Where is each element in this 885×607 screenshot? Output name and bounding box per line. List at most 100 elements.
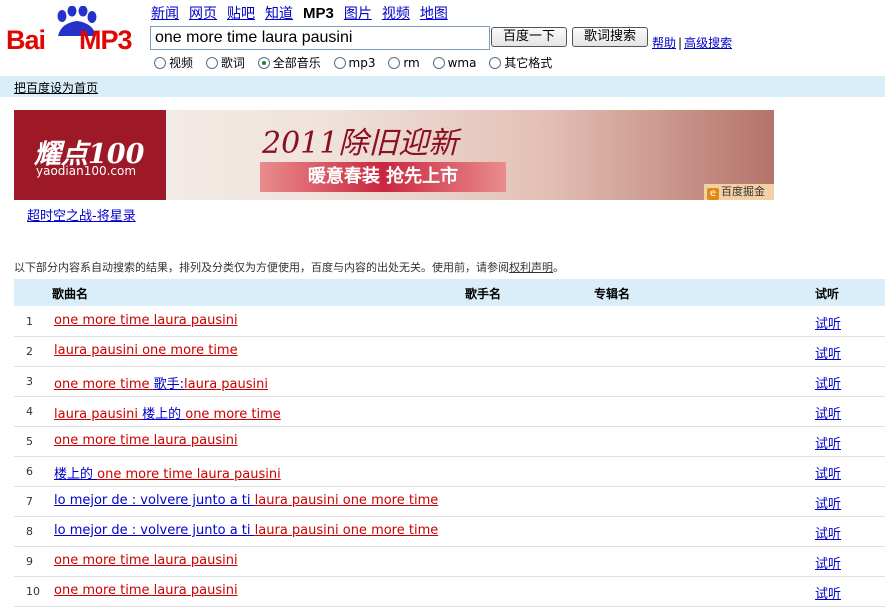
nav-web[interactable]: 网页 bbox=[189, 6, 217, 22]
radio-rm[interactable]: rm bbox=[388, 56, 420, 70]
song-title: one more time laura pausini bbox=[54, 583, 238, 598]
e-icon: e bbox=[707, 188, 719, 200]
table-row: 1 one more time laura pausini 试听 bbox=[14, 307, 885, 337]
logo-du: du bbox=[55, 37, 70, 52]
song-title: one more time laura pausini bbox=[54, 553, 238, 568]
radio-circle-icon[interactable] bbox=[388, 57, 401, 69]
radio-label: 歌词 bbox=[220, 56, 245, 70]
song-title: 楼上的 one more time laura pausini bbox=[54, 463, 281, 482]
song-link[interactable]: laura pausini one more time bbox=[255, 493, 439, 508]
radio-wma[interactable]: wma bbox=[432, 56, 477, 70]
song-title: one more time 歌手:laura pausini bbox=[54, 373, 268, 392]
song-link[interactable]: one more time bbox=[54, 377, 154, 392]
banner-promo: 暖意春装 抢先上市 bbox=[260, 162, 506, 192]
listen-link[interactable]: 试听 bbox=[815, 313, 841, 332]
radio-label: 全部音乐 bbox=[272, 56, 321, 70]
radio-mp3[interactable]: mp3 bbox=[333, 56, 375, 70]
listen-link[interactable]: 试听 bbox=[815, 523, 841, 542]
row-number: 1 bbox=[26, 315, 33, 328]
song-link[interactable]: one more time laura pausini bbox=[54, 583, 238, 598]
table-row: 4 laura pausini 楼上的 one more time 试听 bbox=[14, 397, 885, 427]
song-link[interactable]: lo mejor de : volvere junto a ti bbox=[54, 493, 255, 508]
listen-link[interactable]: 试听 bbox=[815, 583, 841, 602]
radio-circle-icon[interactable] bbox=[154, 57, 166, 69]
song-link[interactable]: 歌手: bbox=[154, 377, 184, 392]
logo-bai: Bai bbox=[6, 25, 46, 55]
header-song: 歌曲名 bbox=[52, 287, 89, 301]
top-nav: 新闻 网页 贴吧 知道 MP3 图片 视频 地图 bbox=[151, 3, 458, 23]
logo-mp3: MP3 bbox=[79, 25, 133, 55]
song-title: one more time laura pausini bbox=[54, 433, 238, 448]
advanced-search-link[interactable]: 高级搜索 bbox=[684, 36, 732, 50]
song-link[interactable]: one more time laura pausini bbox=[97, 467, 281, 482]
lyrics-search-button[interactable]: 歌词搜索 bbox=[572, 27, 648, 47]
row-number: 4 bbox=[26, 405, 33, 418]
nav-news[interactable]: 新闻 bbox=[151, 6, 179, 22]
song-title: lo mejor de : volvere junto a ti laura p… bbox=[54, 523, 438, 538]
help-links: 帮助 | 高级搜索 bbox=[652, 34, 732, 51]
song-link[interactable]: laura pausini one more time bbox=[54, 343, 238, 358]
song-link[interactable]: laura pausini one more time bbox=[255, 523, 439, 538]
listen-link[interactable]: 试听 bbox=[815, 433, 841, 452]
radio-lyrics[interactable]: 歌词 bbox=[205, 54, 245, 71]
table-row: 7 lo mejor de : volvere junto a ti laura … bbox=[14, 487, 885, 517]
radio-video[interactable]: 视频 bbox=[154, 54, 193, 71]
listen-link[interactable]: 试听 bbox=[815, 403, 841, 422]
radio-label: rm bbox=[403, 56, 420, 70]
row-number: 9 bbox=[26, 555, 33, 568]
nav-video[interactable]: 视频 bbox=[382, 6, 410, 22]
song-link[interactable]: lo mejor de : volvere junto a ti bbox=[54, 523, 255, 538]
song-link[interactable]: 楼上的 bbox=[54, 467, 97, 482]
help-separator: | bbox=[678, 36, 683, 50]
nav-tieba[interactable]: 贴吧 bbox=[227, 6, 255, 22]
row-number: 2 bbox=[26, 345, 33, 358]
nav-map[interactable]: 地图 bbox=[420, 6, 448, 22]
song-link[interactable]: one more time laura pausini bbox=[54, 553, 238, 568]
radio-all-music[interactable]: 全部音乐 bbox=[257, 54, 321, 71]
banner-ad[interactable]: 耀点100 yaodian100.com 2011除旧迎新 暖意春装 抢先上市 … bbox=[14, 110, 774, 200]
results-table-header: 歌曲名 歌手名 专辑名 试听 bbox=[14, 279, 885, 306]
rights-statement-link[interactable]: 权利声明 bbox=[509, 261, 553, 274]
ad-text-link[interactable]: 超时空之战-将星录 bbox=[27, 205, 136, 224]
radio-label: wma bbox=[447, 56, 477, 70]
row-number: 6 bbox=[26, 465, 33, 478]
song-link[interactable]: one more time laura pausini bbox=[54, 433, 238, 448]
radio-circle-checked-icon[interactable] bbox=[257, 57, 270, 69]
table-row: 10 one more time laura pausini 试听 bbox=[14, 577, 885, 607]
home-bar: 把百度设为首页 bbox=[0, 76, 885, 97]
radio-circle-icon[interactable] bbox=[489, 57, 502, 69]
song-link[interactable]: one more time bbox=[185, 407, 281, 422]
listen-link[interactable]: 试听 bbox=[815, 343, 841, 362]
search-button[interactable]: 百度一下 bbox=[491, 27, 567, 47]
help-link[interactable]: 帮助 bbox=[652, 36, 676, 50]
listen-link[interactable]: 试听 bbox=[815, 373, 841, 392]
listen-link[interactable]: 试听 bbox=[815, 553, 841, 572]
notice-end: 。 bbox=[553, 261, 564, 274]
table-row: 5 one more time laura pausini 试听 bbox=[14, 427, 885, 457]
ad-tag: e 百度掘金 bbox=[704, 184, 774, 200]
radio-circle-icon[interactable] bbox=[333, 57, 346, 69]
search-input[interactable] bbox=[150, 26, 490, 50]
table-row: 2 laura pausini one more time 试听 bbox=[14, 337, 885, 367]
listen-link[interactable]: 试听 bbox=[815, 493, 841, 512]
row-number: 3 bbox=[26, 375, 33, 388]
radio-circle-icon[interactable] bbox=[432, 57, 445, 69]
row-number: 7 bbox=[26, 495, 33, 508]
nav-images[interactable]: 图片 bbox=[344, 6, 372, 22]
radio-circle-icon[interactable] bbox=[205, 57, 218, 69]
listen-link[interactable]: 试听 bbox=[815, 463, 841, 482]
row-number: 5 bbox=[26, 435, 33, 448]
radio-label: 其它格式 bbox=[504, 56, 553, 70]
banner-brand-url: yaodian100.com bbox=[36, 164, 137, 178]
song-link[interactable]: 楼上的 bbox=[142, 407, 185, 422]
set-homepage-link[interactable]: 把百度设为首页 bbox=[14, 79, 98, 96]
song-link[interactable]: laura pausini bbox=[184, 377, 268, 392]
song-link[interactable]: one more time laura pausini bbox=[54, 313, 238, 328]
search-type-options: 视频 歌词 全部音乐 mp3 rm wma 其它格式 bbox=[154, 54, 561, 71]
song-link[interactable]: laura pausini bbox=[54, 407, 142, 422]
radio-other-formats[interactable]: 其它格式 bbox=[489, 54, 552, 71]
nav-zhidao[interactable]: 知道 bbox=[265, 6, 293, 22]
nav-mp3: MP3 bbox=[303, 5, 334, 22]
radio-label: 视频 bbox=[169, 56, 194, 70]
baidu-mp3-logo[interactable]: Bai du MP3 bbox=[6, 6, 144, 54]
